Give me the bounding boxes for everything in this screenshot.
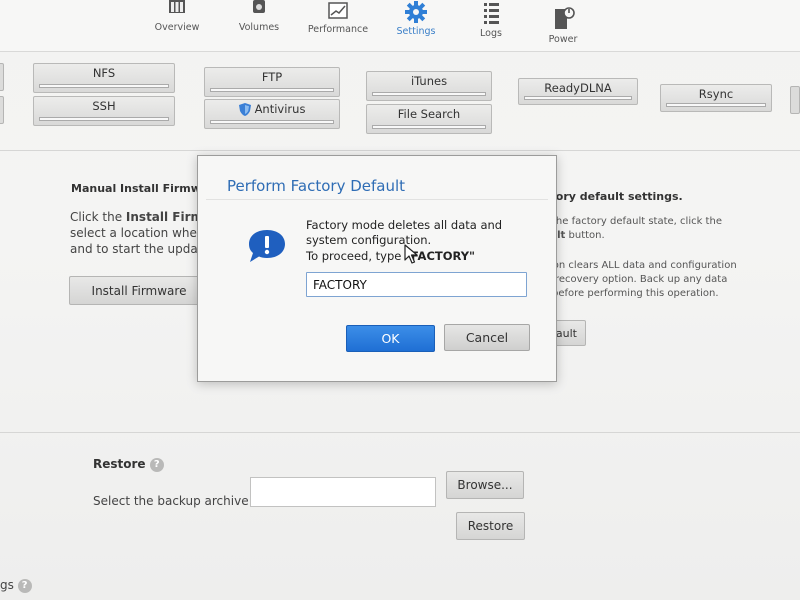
nav-overview[interactable]: Overview <box>150 0 204 33</box>
nav-volumes[interactable]: Volumes <box>234 0 284 33</box>
browse-button[interactable]: Browse... <box>446 471 524 499</box>
nav-performance-label: Performance <box>307 24 369 35</box>
factory-default-title: ctory default settings. <box>544 190 683 203</box>
service-rsync-status-bar <box>666 103 766 107</box>
volumes-icon <box>253 0 265 13</box>
top-nav: Overview Volumes Performance Settings Lo… <box>0 0 800 52</box>
overview-icon <box>169 0 185 13</box>
logs-icon <box>484 3 499 24</box>
factory-default-line5: before performing this operation. <box>552 288 719 299</box>
footer-text: gs <box>0 578 14 592</box>
dialog-message: Factory mode deletes all data and system… <box>306 218 503 247</box>
firmware-title: Manual Install Firmwa <box>71 182 209 195</box>
service-stub-left-1[interactable] <box>0 63 4 91</box>
restore-title: Restore <box>93 457 146 471</box>
service-file-search-button[interactable]: File Search <box>366 104 492 134</box>
service-itunes-status-bar <box>372 92 486 96</box>
factory-default-line2-rest: button. <box>565 230 605 241</box>
factory-default-line1: the factory default state, click the <box>552 216 722 227</box>
power-icon <box>555 7 575 29</box>
service-ssh-label: SSH <box>92 99 116 113</box>
service-readydlna-label: ReadyDLNA <box>544 81 612 95</box>
factory-default-line2: ult button. <box>550 228 605 243</box>
shield-icon <box>238 102 251 116</box>
dialog-title: Perform Factory Default <box>227 177 406 195</box>
nav-settings-label: Settings <box>396 26 436 37</box>
section-divider-1 <box>0 150 800 151</box>
factory-default-line4: recovery option. Back up any data <box>555 274 728 285</box>
service-nfs-label: NFS <box>92 66 116 80</box>
dialog-prompt: To proceed, type "FACTORY" <box>306 249 475 263</box>
dialog-prompt-text: To proceed, type <box>306 249 406 263</box>
service-nfs-status-bar <box>39 84 169 88</box>
service-rsync-label: Rsync <box>698 87 734 101</box>
service-file-search-label: File Search <box>397 107 461 121</box>
install-firmware-button[interactable]: Install Firmware <box>69 276 209 305</box>
service-antivirus-label: Antivirus <box>254 102 306 116</box>
restore-label: Select the backup archive: <box>93 494 253 508</box>
nav-logs-label: Logs <box>480 28 502 39</box>
gear-icon <box>405 1 427 23</box>
help-icon[interactable]: ? <box>149 457 164 472</box>
footer-item: gs ? <box>0 576 32 594</box>
service-file-search-status-bar <box>372 125 486 129</box>
info-icon <box>249 230 285 262</box>
ok-button[interactable]: OK <box>346 325 435 352</box>
nav-power[interactable]: Power <box>546 6 580 45</box>
backup-archive-input[interactable] <box>250 477 436 507</box>
service-itunes-button[interactable]: iTunes <box>366 71 492 101</box>
nav-overview-label: Overview <box>154 22 200 33</box>
nav-performance[interactable]: Performance <box>306 2 370 35</box>
service-antivirus-status-bar <box>210 120 334 124</box>
service-ftp-label: FTP <box>261 70 283 84</box>
service-antivirus-button[interactable]: Antivirus <box>204 99 340 129</box>
cancel-button[interactable]: Cancel <box>444 324 530 351</box>
nav-settings[interactable]: Settings <box>392 0 440 37</box>
service-stub-right[interactable] <box>790 86 800 114</box>
service-ssh-status-bar <box>39 117 169 121</box>
screen: Overview Volumes Performance Settings Lo… <box>0 0 800 600</box>
service-ftp-button[interactable]: FTP <box>204 67 340 97</box>
service-ftp-status-bar <box>210 88 334 92</box>
confirmation-input[interactable] <box>306 272 527 297</box>
footer-help-icon[interactable]: ? <box>17 578 32 593</box>
nav-volumes-label: Volumes <box>238 22 280 33</box>
service-itunes-label: iTunes <box>410 74 448 88</box>
service-nfs-button[interactable]: NFS <box>33 63 175 93</box>
section-divider-2 <box>0 432 800 433</box>
restore-heading: Restore ? <box>93 455 164 473</box>
mouse-cursor-icon <box>404 244 418 264</box>
service-readydlna-status-bar <box>524 96 632 100</box>
factory-default-line3: ion clears ALL data and configuration <box>550 260 737 271</box>
service-rsync-button[interactable]: Rsync <box>660 84 772 112</box>
service-ssh-button[interactable]: SSH <box>33 96 175 126</box>
firmware-line1-pre: Click the <box>70 210 126 224</box>
firmware-line3: and to start the update <box>70 242 210 256</box>
nav-logs[interactable]: Logs <box>474 0 508 39</box>
factory-default-dialog: Perform Factory Default Factory mode del… <box>197 155 557 382</box>
nav-power-label: Power <box>548 34 578 45</box>
performance-icon <box>328 2 348 19</box>
service-readydlna-button[interactable]: ReadyDLNA <box>518 78 638 105</box>
service-stub-left-2[interactable] <box>0 96 4 124</box>
dialog-title-divider <box>206 199 548 200</box>
restore-button[interactable]: Restore <box>456 512 525 540</box>
